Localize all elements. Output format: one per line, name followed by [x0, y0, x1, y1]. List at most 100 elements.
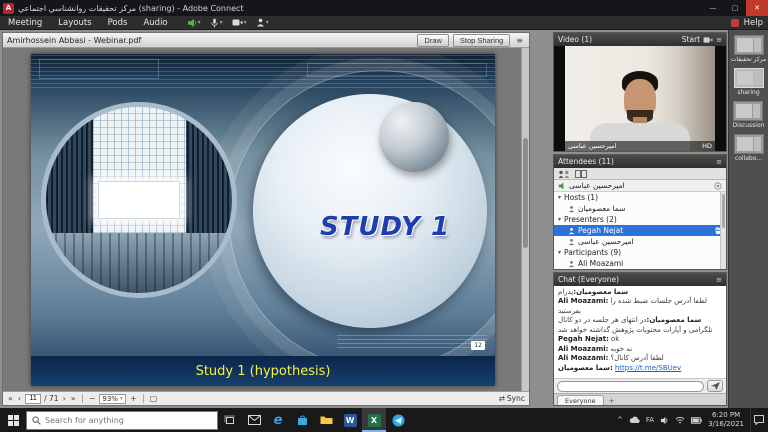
pod-options-icon[interactable]: ≡: [716, 36, 722, 44]
collapse-icon[interactable]: ▾: [558, 216, 561, 223]
battery-icon[interactable]: [691, 417, 702, 424]
chat-message: Ali Moazami:لطفا آدرس کانال؟: [558, 354, 722, 363]
taskbar-icon-edge[interactable]: e: [266, 408, 290, 432]
taskbar-search[interactable]: [26, 411, 218, 430]
sync-icon: ⇄: [499, 394, 505, 403]
clock[interactable]: 6:20 PM 3/16/2021: [708, 411, 744, 429]
meeting-status-icon: [731, 19, 739, 27]
add-chat-tab-icon[interactable]: +: [606, 397, 618, 405]
pod-options-icon[interactable]: ≡: [716, 276, 722, 284]
attendee-row[interactable]: Ali Moazami: [554, 258, 726, 269]
active-speaker-icon: [558, 182, 566, 190]
attendee-row-selected[interactable]: Pegah Nejat: [554, 225, 726, 236]
layout-thumbnail[interactable]: [734, 35, 764, 55]
pod-options-icon[interactable]: ≡: [514, 36, 525, 45]
send-message-button[interactable]: [707, 380, 723, 392]
person-icon: [568, 227, 575, 235]
scrollbar-thumb[interactable]: [722, 194, 725, 228]
menu-layouts[interactable]: Layouts: [50, 16, 99, 29]
chat-tab-everyone[interactable]: Everyone: [557, 395, 604, 405]
raise-hand-button[interactable]: ▾: [253, 18, 272, 27]
search-input[interactable]: [45, 416, 212, 425]
attendee-row[interactable]: سما معصومیان: [554, 203, 726, 214]
chevron-down-icon[interactable]: ▾: [244, 19, 247, 26]
scrollbar-thumb[interactable]: [523, 138, 528, 248]
layout-thumbnail[interactable]: [734, 134, 764, 154]
start-button[interactable]: [0, 408, 26, 432]
share-pod: Amirhossein Abbasi - Webinar.pdf Draw St…: [2, 32, 530, 406]
action-center-button[interactable]: [750, 408, 766, 432]
previous-page-button[interactable]: ‹: [17, 394, 22, 403]
layout-item-discussion[interactable]: Discussion: [733, 101, 765, 129]
attendees-group-hosts[interactable]: ▾ Hosts (1): [554, 192, 726, 203]
webcam-icon[interactable]: [703, 36, 713, 44]
tray-expand-icon[interactable]: ^: [617, 416, 623, 424]
microphone-button[interactable]: ▾: [207, 18, 226, 28]
layout-thumbnail[interactable]: [733, 101, 763, 121]
document-scrollbar[interactable]: [521, 48, 529, 391]
word-icon: W: [344, 414, 357, 427]
language-indicator[interactable]: FA: [646, 416, 654, 424]
draw-button[interactable]: Draw: [417, 34, 449, 47]
menu-audio[interactable]: Audio: [135, 16, 175, 29]
taskbar-icon-excel-active[interactable]: X: [362, 408, 386, 432]
wifi-icon[interactable]: [675, 416, 685, 424]
zoom-out-button[interactable]: −: [88, 394, 97, 403]
page-number-input[interactable]: [25, 394, 41, 404]
chevron-down-icon[interactable]: ▾: [220, 19, 223, 26]
breakout-view-icon[interactable]: [575, 170, 587, 178]
volume-icon[interactable]: [660, 416, 669, 425]
chevron-down-icon[interactable]: ▾: [266, 19, 269, 26]
last-page-button[interactable]: »: [70, 394, 77, 403]
excel-icon: X: [368, 414, 381, 427]
collapse-icon[interactable]: ▾: [558, 249, 561, 256]
attendees-group-participants[interactable]: ▾ Participants (9): [554, 247, 726, 258]
menu-pods[interactable]: Pods: [100, 16, 136, 29]
start-webcam-button[interactable]: Start: [682, 35, 700, 44]
taskbar-icon-store[interactable]: [290, 408, 314, 432]
layout-item[interactable]: مرکز تحقیقات: [731, 35, 767, 63]
first-page-button[interactable]: «: [7, 394, 14, 403]
chat-link[interactable]: https://t.me/SBUev: [615, 364, 681, 372]
attendee-status-view-icon[interactable]: [558, 170, 570, 178]
mail-icon: [248, 415, 261, 425]
taskbar-icon-word[interactable]: W: [338, 408, 362, 432]
taskbar-icon-telegram[interactable]: [386, 408, 410, 432]
close-button[interactable]: ✕: [746, 0, 768, 16]
sync-toggle[interactable]: ⇄ Sync: [499, 394, 525, 403]
layout-item-sharing[interactable]: sharing: [734, 68, 764, 96]
webcam-button[interactable]: ▾: [229, 18, 250, 27]
speaker-button[interactable]: ▾: [184, 18, 204, 28]
chat-tabs: Everyone +: [554, 393, 726, 405]
maximize-button[interactable]: ▢: [724, 0, 746, 16]
layout-item-collaboration[interactable]: collabo...: [734, 134, 764, 162]
minimize-button[interactable]: —: [702, 0, 724, 16]
slide-page-badge: 12: [471, 341, 485, 350]
onedrive-cloud-icon[interactable]: [629, 416, 640, 424]
help-menu[interactable]: Help: [744, 18, 763, 28]
video-body: امیرحسین عباسی HD: [554, 46, 726, 151]
zoom-in-button[interactable]: +: [129, 394, 138, 403]
next-page-button[interactable]: ›: [62, 394, 67, 403]
slide-caption: Study 1 (hypothesis): [31, 356, 495, 386]
sync-label: Sync: [507, 394, 525, 403]
collapse-icon[interactable]: ▾: [558, 194, 561, 201]
attendees-group-presenters[interactable]: ▾ Presenters (2): [554, 214, 726, 225]
fullscreen-button[interactable]: ▢: [149, 394, 159, 403]
layout-thumbnail[interactable]: [734, 68, 764, 88]
stop-sharing-button[interactable]: Stop Sharing: [453, 34, 510, 47]
chat-input[interactable]: [557, 381, 704, 392]
task-view-button[interactable]: [218, 408, 242, 432]
pod-options-icon[interactable]: ≡: [716, 158, 722, 166]
window-titlebar: A مركز تحقيقات روانشناسي اجتماعي (sharin…: [0, 0, 768, 16]
attendee-row[interactable]: امیرحسین عباسی: [554, 236, 726, 247]
notification-icon: [754, 415, 764, 425]
chevron-down-icon[interactable]: ▾: [198, 19, 201, 26]
menu-meeting[interactable]: Meeting: [0, 16, 50, 29]
attendees-scrollbar[interactable]: [720, 192, 726, 269]
attendees-pod-header: Attendees (11) ≡: [554, 155, 726, 168]
taskbar-icon-mail[interactable]: [242, 408, 266, 432]
person-status-icon: [256, 18, 265, 27]
taskbar-icon-file-explorer[interactable]: [314, 408, 338, 432]
zoom-level-select[interactable]: 93% ▾: [99, 394, 126, 404]
